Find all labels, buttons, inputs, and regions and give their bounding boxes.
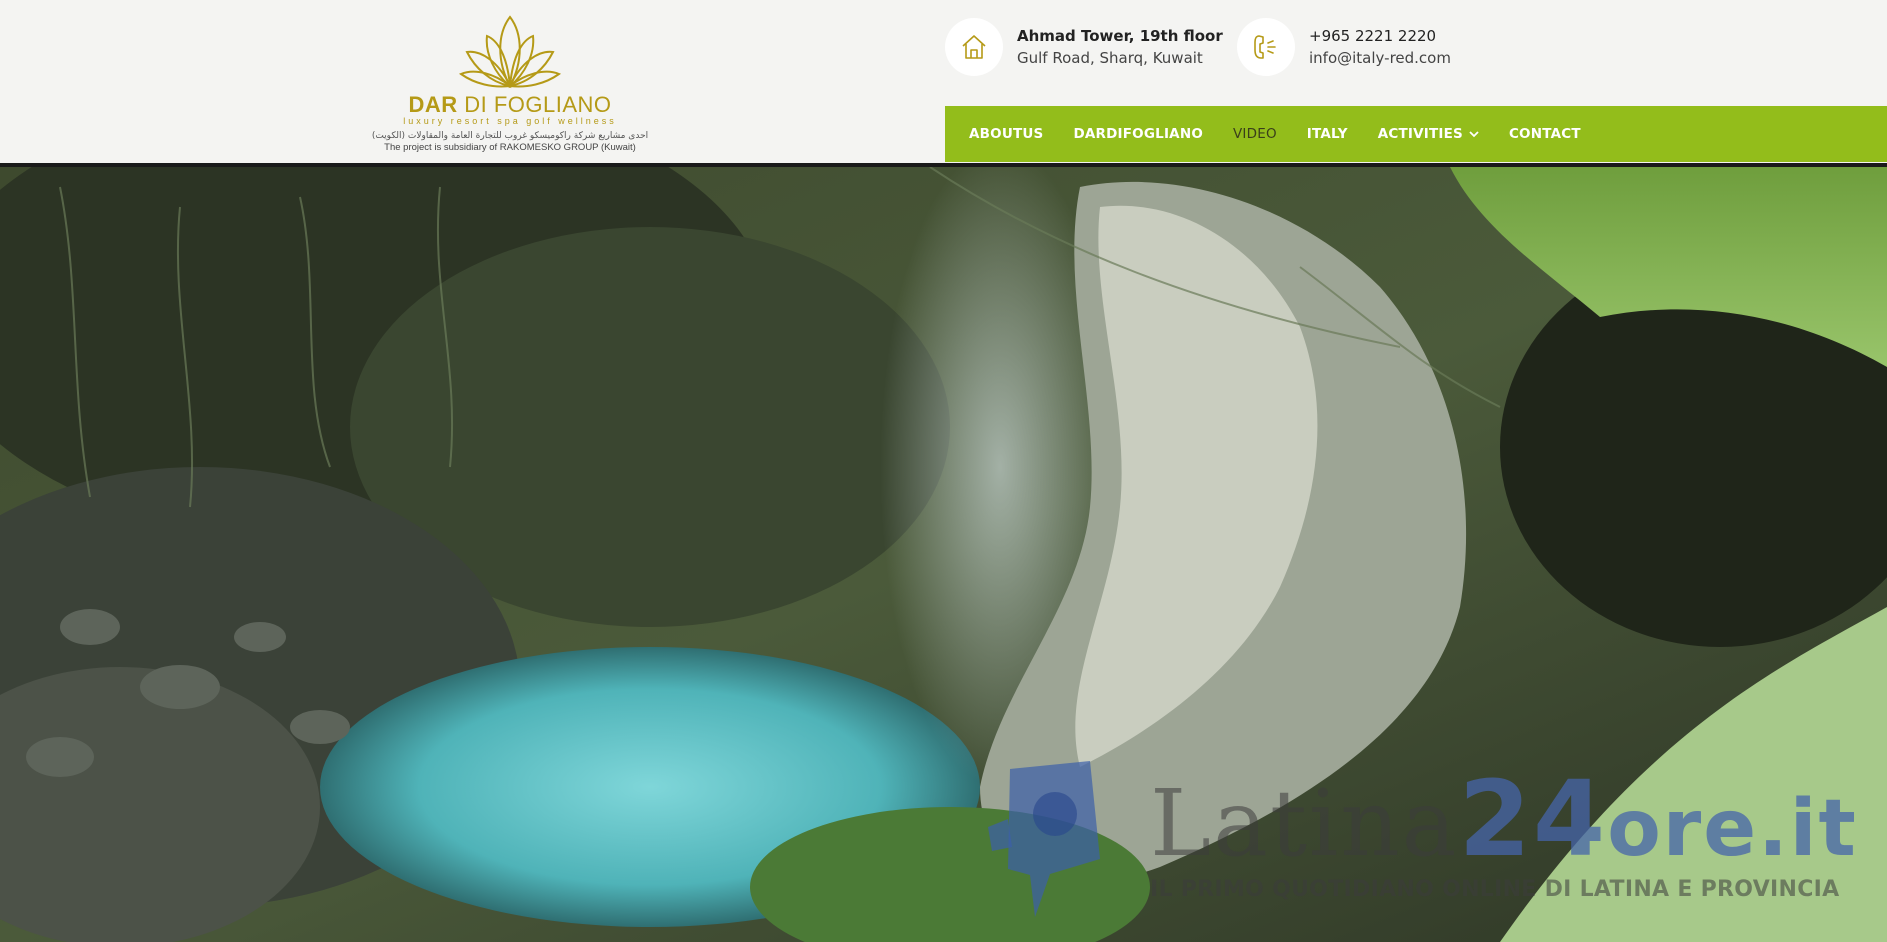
- site-header: DAR DI FOGLIANO luxury resort spa golf w…: [0, 0, 1887, 165]
- address-line-2: Gulf Road, Sharq, Kuwait: [1017, 49, 1203, 67]
- phone-email-block: +965 2221 2220 info@italy-red.com: [1237, 18, 1451, 76]
- logo-tagline: luxury resort spa golf wellness: [403, 116, 617, 126]
- address-icon-circle: [945, 18, 1003, 76]
- latina24ore-watermark: Latina24ore.it IL PRIMO QUOTIDIANO ONLIN…: [980, 749, 1860, 929]
- nav-item-video[interactable]: VIDEO: [1233, 126, 1277, 142]
- main-navigation: ABOUTUS DARDIFOGLIANO VIDEO ITALY ACTIVI…: [945, 106, 1887, 162]
- nav-item-aboutus[interactable]: ABOUTUS: [969, 126, 1043, 142]
- nav-item-activities-label: ACTIVITIES: [1377, 126, 1463, 142]
- house-icon: [962, 35, 986, 59]
- nav-item-dardifogliano[interactable]: DARDIFOGLIANO: [1073, 126, 1203, 142]
- logo-arabic-text: احدى مشاريع شركة راكوميسكو غروب للتجارة …: [371, 131, 649, 141]
- phone-number[interactable]: +965 2221 2220: [1309, 25, 1451, 47]
- nav-item-contact[interactable]: CONTACT: [1509, 126, 1581, 142]
- nav-item-activities[interactable]: ACTIVITIES: [1378, 126, 1479, 142]
- phone-icon-circle: [1237, 18, 1295, 76]
- site-logo[interactable]: DAR DI FOGLIANO luxury resort spa golf w…: [340, 12, 680, 157]
- nav-item-italy[interactable]: ITALY: [1307, 126, 1348, 142]
- email-link[interactable]: info@italy-red.com: [1309, 47, 1451, 69]
- address-block: Ahmad Tower, 19th floor Gulf Road, Sharq…: [945, 18, 1223, 76]
- latina24ore-logo-icon: [988, 761, 1100, 917]
- phone-icon: [1254, 35, 1276, 59]
- hero-video-frame[interactable]: Latina24ore.it IL PRIMO QUOTIDIANO ONLIN…: [0, 167, 1887, 942]
- logo-wordmark: DAR DI FOGLIANO: [408, 92, 612, 117]
- watermark-slogan: IL PRIMO QUOTIDIANO ONLINE DI LATINA E P…: [1150, 877, 1840, 902]
- address-line-1: Ahmad Tower, 19th floor: [1017, 27, 1223, 45]
- lotus-logo-icon: [458, 15, 562, 89]
- chevron-down-icon: [1469, 131, 1479, 138]
- watermark-brand: Latina24ore.it: [1150, 758, 1858, 880]
- logo-subsidiary-text: The project is subsidiary of RAKOMESKO G…: [384, 142, 636, 153]
